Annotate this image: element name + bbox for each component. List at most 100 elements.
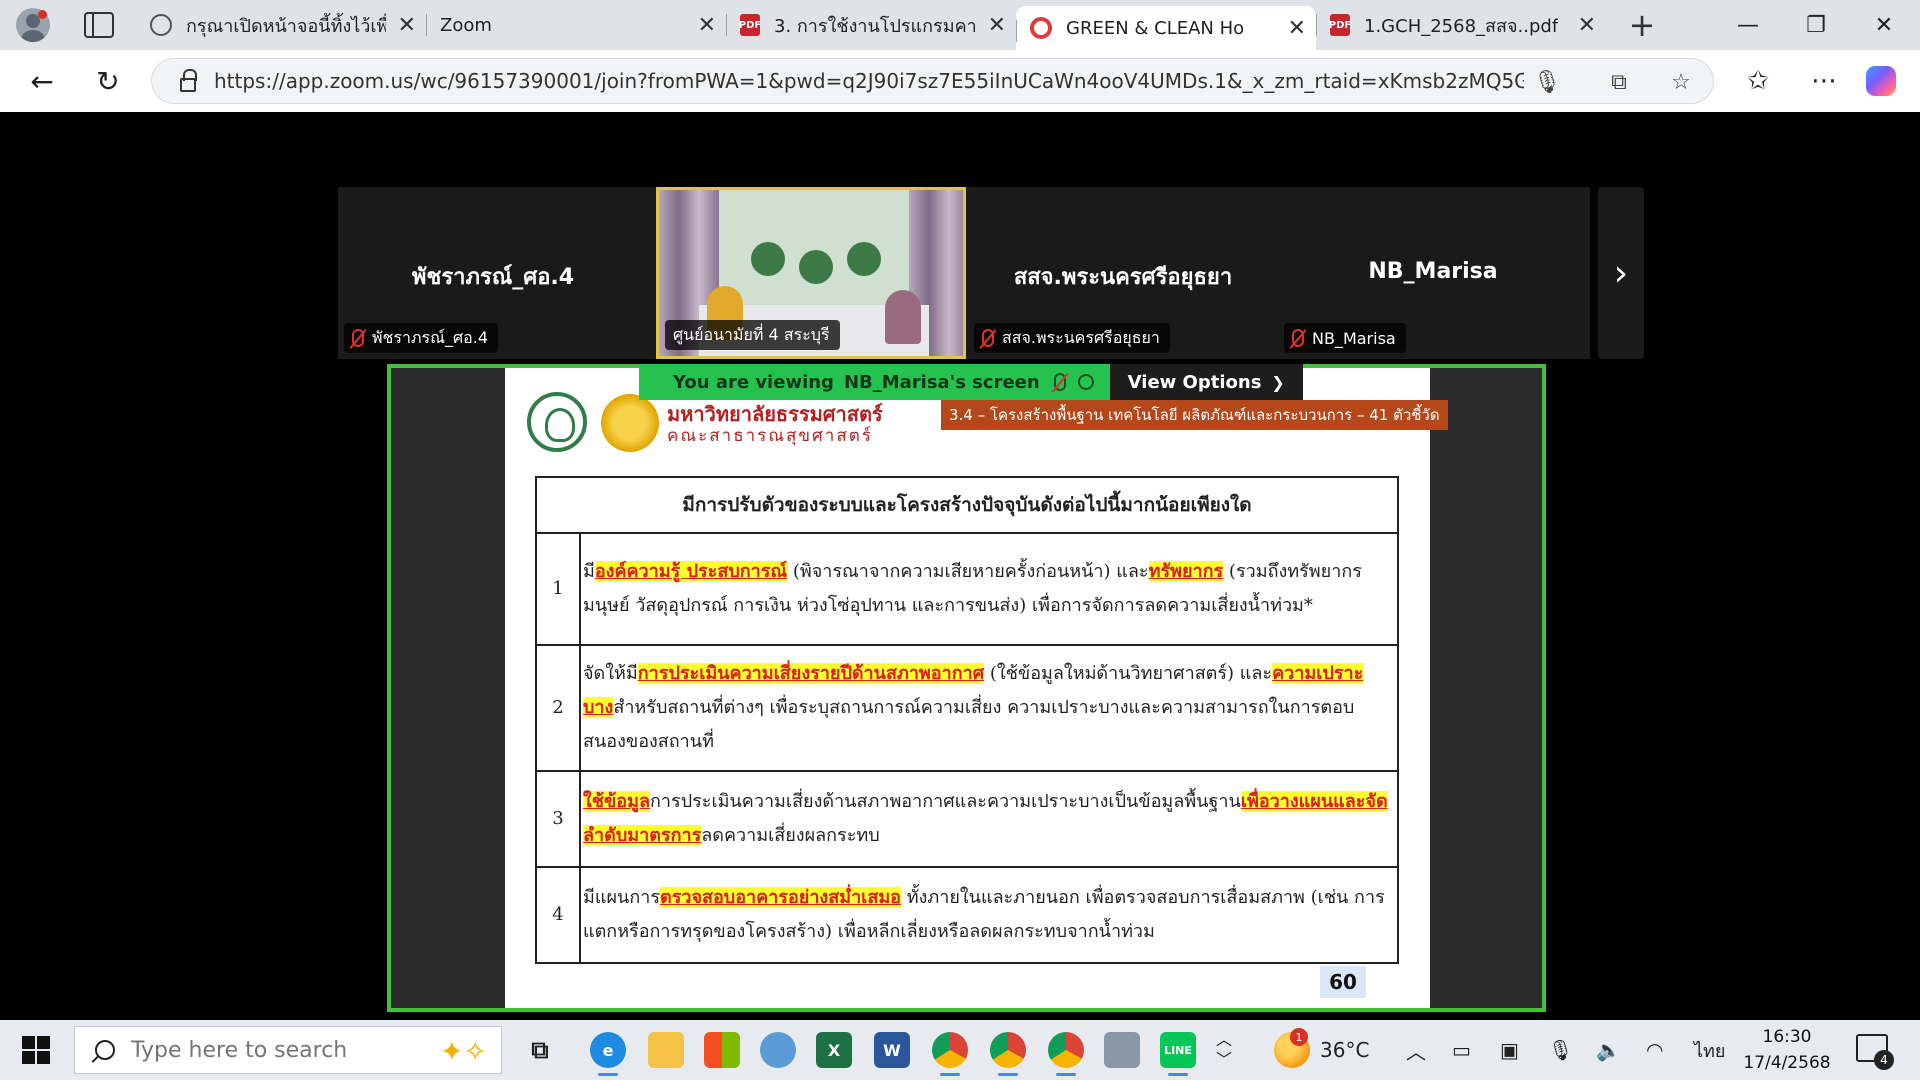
row-number: 4 <box>535 866 581 964</box>
close-icon[interactable]: ✕ <box>386 13 416 38</box>
windows-start-icon[interactable] <box>22 1036 50 1064</box>
system-clock[interactable]: 16:30 17/4/2568 <box>1742 1024 1832 1076</box>
section-tag: 3.4 – โครงสร้างพื้นฐาน เทคโนโลยี ผลิตภัณ… <box>941 400 1448 430</box>
minimize-icon[interactable]: — <box>1720 0 1776 50</box>
lock-icon[interactable] <box>180 69 197 92</box>
participant-tile-3[interactable]: สสจ.พระนครศรีอยุธยา สสจ.พระนครศรีอยุธยา <box>968 187 1278 359</box>
favorites-icon[interactable]: ✩ <box>1736 59 1780 103</box>
browser-toolbar: ← ↻ https://app.zoom.us/wc/96157390001/j… <box>0 50 1920 112</box>
back-arrow-icon[interactable]: ← <box>20 59 64 103</box>
taskbar-scroll-icon[interactable]: ︿ ﹀ <box>1216 1020 1232 1080</box>
row-text-segment: ลดความเสี่ยงผลกระทบ <box>701 825 880 846</box>
favorite-star-icon[interactable]: ☆ <box>1666 67 1696 97</box>
presentation-slide: มหาวิทยาลัยธรรมศาสตร์ คณะสาธารณสุขศาสตร์… <box>505 368 1448 1008</box>
row-number: 2 <box>535 644 581 772</box>
participant-tile-2-video[interactable]: ศูนย์อนามัยที่ 4 สระบุรี <box>656 187 966 359</box>
questionnaire-table: มีการปรับตัวของระบบและโครงสร้างปัจจุบันด… <box>535 476 1399 964</box>
app-install-icon[interactable]: ⧉ <box>1604 67 1634 97</box>
input-language[interactable]: ไทย <box>1694 1020 1725 1080</box>
close-icon[interactable]: ✕ <box>686 13 716 38</box>
mic-muted-icon <box>1292 329 1304 347</box>
url-text[interactable]: https://app.zoom.us/wc/96157390001/join?… <box>214 69 1524 93</box>
tab-title: กรุณาเปิดหน้าจอนี้ทิ้งไว้เพื่อใช้ <box>186 15 386 37</box>
slide-page-number: 60 <box>1320 966 1366 998</box>
reload-icon[interactable]: ↻ <box>86 59 130 103</box>
search-highlight-icon: ✦✧ <box>440 1035 487 1068</box>
row-text-segment: (ใช้ข้อมูลใหม่ด้านวิทยาศาสตร์) และ <box>984 663 1273 684</box>
chrome-profile-icon[interactable] <box>990 1032 1026 1076</box>
tab-actions-icon[interactable] <box>84 12 114 38</box>
participant-tile-1[interactable]: พัชราภรณ์_ศอ.4 พัชราภรณ์_ศอ.4 <box>338 187 648 359</box>
close-icon[interactable]: ✕ <box>1276 16 1306 41</box>
presenter-status-icon <box>1077 374 1094 390</box>
snipping-tool-icon[interactable] <box>760 1032 796 1068</box>
recording-icon <box>1030 17 1052 39</box>
participant-label-text: พัชราภรณ์_ศอ.4 <box>372 327 488 347</box>
zoom-meeting-window: พัชราภรณ์_ศอ.4 พัชราภรณ์_ศอ.4 ศูนย์อนามั… <box>6 112 1914 1016</box>
new-tab-icon[interactable]: + <box>1622 6 1662 44</box>
presenter-mic-icon <box>1053 373 1066 391</box>
shared-screen: You are viewing NB_Marisa's screen View … <box>387 364 1546 1012</box>
globe-icon <box>150 14 172 36</box>
row-number: 1 <box>535 532 581 646</box>
participant-name: NB_Marisa <box>1368 259 1498 284</box>
video-person <box>885 290 921 344</box>
close-icon[interactable]: ✕ <box>976 13 1006 38</box>
viewing-banner: You are viewing NB_Marisa's screen View … <box>639 364 1303 400</box>
notification-count: 4 <box>1874 1050 1894 1070</box>
participant-tile-4[interactable]: NB_Marisa NB_Marisa <box>1278 187 1588 359</box>
view-options-label: View Options <box>1127 371 1262 393</box>
weather-badge: 1 <box>1290 1028 1308 1046</box>
more-menu-icon[interactable]: ⋯ <box>1802 59 1846 103</box>
search-icon <box>95 1040 115 1060</box>
row-text-segment: (พิจารณาจากความเสียหายครั้งก่อนหน้า) และ <box>787 561 1149 582</box>
edge-browser-icon[interactable]: e <box>590 1032 626 1076</box>
participant-label: NB_Marisa <box>1284 323 1406 353</box>
copilot-icon[interactable] <box>1866 66 1896 96</box>
task-view-icon[interactable]: ⧉ <box>522 1032 558 1068</box>
window-close-icon[interactable]: ✕ <box>1856 0 1912 50</box>
tab-title: Zoom <box>440 14 492 36</box>
chrome-icon[interactable] <box>932 1032 968 1076</box>
camera-icon[interactable]: ▣ <box>1500 1020 1519 1080</box>
restore-icon[interactable]: ❐ <box>1788 0 1844 50</box>
chevron-down-icon: ❯ <box>1271 372 1285 392</box>
video-tree <box>751 242 785 276</box>
participant-name: สสจ.พระนครศรีอยุธยา <box>1013 265 1233 290</box>
next-participants-chevron-icon[interactable]: › <box>1598 187 1644 359</box>
taskbar-search-box[interactable]: ✦✧ <box>74 1026 502 1074</box>
pdf-icon: PDF <box>739 14 761 36</box>
address-bar[interactable]: https://app.zoom.us/wc/96157390001/join?… <box>151 58 1714 104</box>
chrome-profile-icon[interactable] <box>1048 1032 1084 1076</box>
word-icon[interactable]: W <box>874 1032 910 1068</box>
close-icon[interactable]: ✕ <box>1566 13 1596 38</box>
browser-tab-3[interactable]: PDF 3. การใช้งานโปรแกรมคาร์บอน ✕ <box>726 0 1016 50</box>
browser-tab-5[interactable]: PDF 1.GCH_2568_สสจ..pdf ✕ <box>1316 0 1606 50</box>
excel-icon[interactable]: X <box>816 1032 852 1068</box>
speaker-icon[interactable]: 🔈 <box>1596 1020 1621 1080</box>
tab-title: 3. การใช้งานโปรแกรมคาร์บอน <box>774 15 976 37</box>
microsoft-store-icon[interactable] <box>704 1032 740 1068</box>
wifi-icon[interactable]: ◠ <box>1646 1020 1663 1080</box>
file-explorer-icon[interactable] <box>648 1032 684 1068</box>
microphone-icon[interactable]: 🎙 <box>1532 67 1562 97</box>
microphone-icon[interactable]: 🎙 <box>1548 1020 1573 1080</box>
profile-notification-dot <box>38 10 47 19</box>
temperature[interactable]: 36°C <box>1320 1020 1369 1080</box>
calculator-icon[interactable] <box>1104 1032 1140 1068</box>
battery-icon[interactable]: ▭ <box>1452 1020 1471 1080</box>
table-row: 4 มีแผนการตรวจสอบอาคารอย่างสม่ำเสมอ ทั้ง… <box>535 866 1399 964</box>
browser-tab-bar: กรุณาเปิดหน้าจอนี้ทิ้งไว้เพื่อใช้ ✕ zm Z… <box>0 0 1920 140</box>
row-text-segment: จัดให้มี <box>583 663 638 684</box>
line-app-icon[interactable]: LINE <box>1160 1032 1196 1076</box>
browser-tab-1[interactable]: กรุณาเปิดหน้าจอนี้ทิ้งไว้เพื่อใช้ ✕ <box>136 0 426 50</box>
view-options-button[interactable]: View Options ❯ <box>1109 364 1303 400</box>
tab-title: 1.GCH_2568_สสจ..pdf <box>1364 15 1559 37</box>
faculty-name: คณะสาธารณสุขศาสตร์ <box>667 426 873 446</box>
browser-tab-4-active[interactable]: zm GREEN & CLEAN Ho ✕ <box>1016 6 1316 140</box>
search-input[interactable] <box>131 1037 391 1063</box>
browser-tab-2[interactable]: zm Zoom ✕ <box>426 0 726 134</box>
show-hidden-icons-icon[interactable]: ︿ <box>1406 1020 1426 1080</box>
participant-label: พัชราภรณ์_ศอ.4 <box>344 323 498 353</box>
highlighted-phrase: ใช้ข้อมูล <box>583 791 651 812</box>
